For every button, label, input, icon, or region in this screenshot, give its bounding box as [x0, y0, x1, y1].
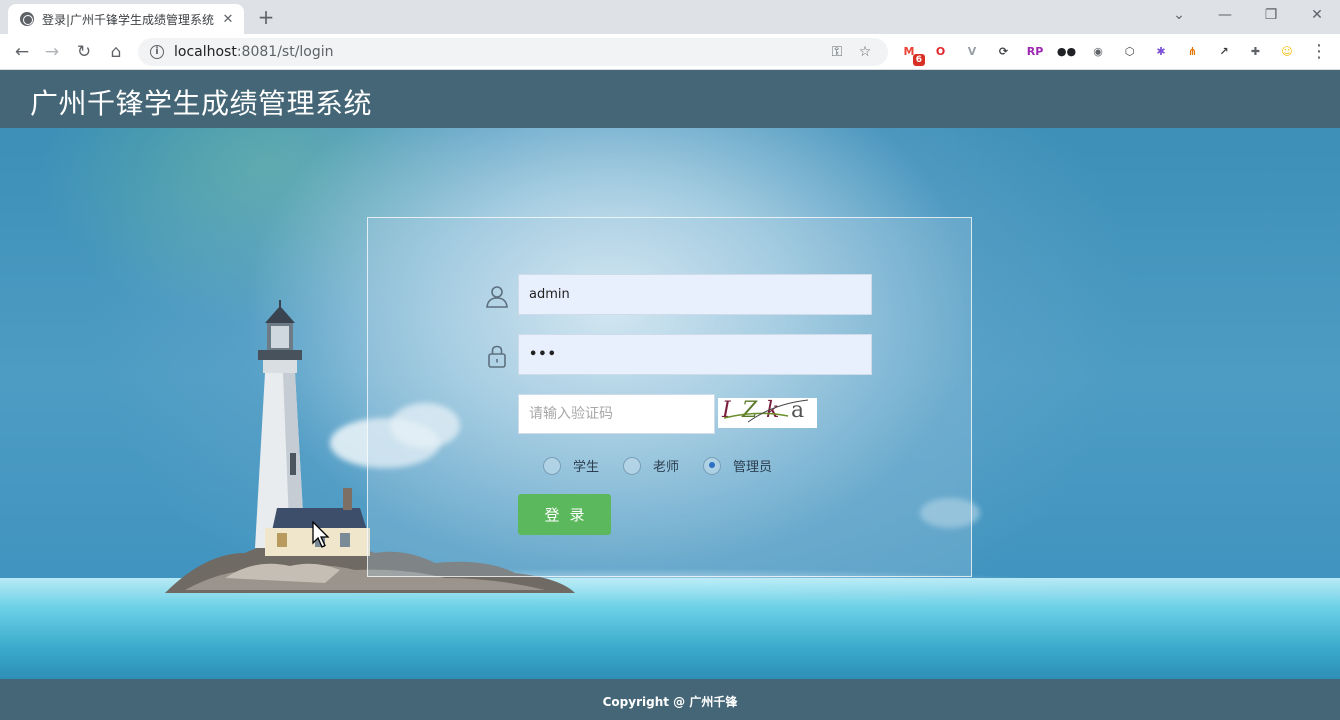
- vue-devtools-extension-icon[interactable]: V: [961, 40, 983, 62]
- browser-menu-icon[interactable]: ⋮: [1308, 40, 1330, 64]
- tab-close-icon[interactable]: ✕: [220, 12, 236, 27]
- sync-extension-icon[interactable]: ⟳: [993, 40, 1015, 62]
- mouse-cursor-icon: [312, 521, 330, 548]
- close-window-icon[interactable]: ✕: [1294, 0, 1340, 30]
- gmail-extension-icon[interactable]: M6: [898, 40, 925, 66]
- role-option[interactable]: 管理员: [703, 456, 772, 475]
- key-icon[interactable]: ⚿: [826, 44, 848, 60]
- captcha-noise-lines: [723, 399, 809, 423]
- site-footer: Copyright @ 广州千锋: [0, 679, 1340, 720]
- restore-icon[interactable]: ❐: [1248, 0, 1294, 30]
- extension-badge: 6: [912, 54, 925, 66]
- tab-title: 登录|广州千锋学生成绩管理系统: [42, 12, 215, 27]
- role-selector: 学生 老师 管理员: [543, 456, 796, 475]
- minimize-icon[interactable]: —: [1202, 0, 1248, 30]
- browser-tab-bar: 登录|广州千锋学生成绩管理系统 ✕ + ⌄ — ❐ ✕: [0, 0, 1340, 34]
- lens-extension-icon[interactable]: ●●: [1056, 40, 1078, 62]
- url-text[interactable]: localhost:8081/st/login: [174, 44, 820, 60]
- camera-extension-icon[interactable]: ◉: [1087, 40, 1109, 62]
- bookmark-star-icon[interactable]: ☆: [854, 44, 876, 60]
- user-icon: [486, 286, 508, 308]
- puzzle-extension-icon[interactable]: ✚: [1245, 40, 1267, 62]
- chart-extension-icon[interactable]: ↗: [1213, 40, 1235, 62]
- hero-background: I Z k a 学生 老师 管理员 登录: [0, 128, 1340, 679]
- extensions-row: M 6 O V ⟳ RP ●● ◉ ⬡ ✱ ⋔ ↗ ✚ ☺: [898, 40, 1308, 66]
- captcha-image[interactable]: I Z k a: [718, 398, 817, 428]
- reload-icon[interactable]: ↻: [70, 38, 98, 66]
- globe-icon: [20, 12, 34, 26]
- role-radio[interactable]: [543, 456, 561, 475]
- opera-extension-icon[interactable]: O: [930, 40, 952, 62]
- site-info-icon[interactable]: i: [150, 45, 164, 59]
- username-input[interactable]: [518, 274, 872, 315]
- page-viewport: 广州千锋学生成绩管理系统 admin ••• 请输入验证码 I Z k a 学生…: [0, 70, 1340, 720]
- forward-icon[interactable]: →: [38, 38, 66, 66]
- site-title: 广州千锋学生成绩管理系统: [30, 87, 373, 120]
- role-option[interactable]: 老师: [623, 456, 679, 475]
- rp-extension-icon[interactable]: RP: [1024, 40, 1046, 62]
- sitemap-extension-icon[interactable]: ⋔: [1182, 40, 1204, 62]
- role-label: 老师: [653, 460, 680, 475]
- tab-search-icon[interactable]: ⌄: [1156, 0, 1202, 30]
- browser-tab[interactable]: 登录|广州千锋学生成绩管理系统 ✕: [8, 4, 244, 34]
- password-input[interactable]: [518, 334, 872, 375]
- shield-extension-icon[interactable]: ⬡: [1119, 40, 1141, 62]
- browser-toolbar: ← → ↻ ⌂ i localhost:8081/st/login ⚿ ☆ M6…: [0, 34, 1340, 70]
- site-header: 广州千锋学生成绩管理系统: [0, 70, 1340, 128]
- lock-icon: [488, 345, 506, 368]
- role-radio[interactable]: [703, 456, 722, 475]
- role-label: 学生: [573, 460, 600, 475]
- home-icon[interactable]: ⌂: [102, 38, 130, 66]
- login-button[interactable]: 登录: [518, 494, 611, 535]
- role-radio[interactable]: [623, 456, 642, 475]
- color-extension-icon[interactable]: ✱: [1150, 40, 1172, 62]
- login-panel: I Z k a 学生 老师 管理员 登录: [367, 217, 972, 577]
- profile-avatar-icon[interactable]: ☺: [1276, 40, 1298, 62]
- role-option[interactable]: 学生: [543, 456, 599, 475]
- role-label: 管理员: [733, 460, 773, 475]
- new-tab-button[interactable]: +: [254, 5, 278, 29]
- address-bar[interactable]: i localhost:8081/st/login ⚿ ☆: [138, 38, 888, 66]
- back-icon[interactable]: ←: [8, 38, 36, 66]
- window-controls: ⌄ — ❐ ✕: [1156, 0, 1340, 30]
- captcha-input[interactable]: [518, 394, 715, 434]
